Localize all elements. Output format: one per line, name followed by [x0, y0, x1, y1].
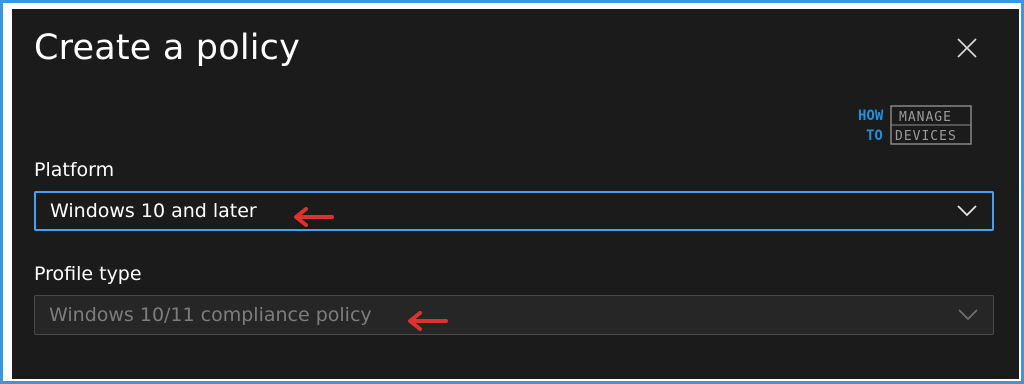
- create-policy-dialog: Create a policy HOW TO MANAGE DEVICES Pl…: [12, 9, 1019, 379]
- chevron-down-icon: [958, 309, 978, 321]
- profile-type-label: Profile type: [34, 263, 142, 285]
- profile-type-dropdown: Windows 10/11 compliance policy: [34, 295, 994, 335]
- logo-manage-text: MANAGE: [899, 110, 952, 125]
- platform-label: Platform: [34, 159, 115, 181]
- screenshot-frame: Create a policy HOW TO MANAGE DEVICES Pl…: [0, 0, 1024, 384]
- howto-manage-devices-logo: HOW TO MANAGE DEVICES: [858, 105, 972, 145]
- chevron-down-icon: [957, 205, 977, 217]
- close-button[interactable]: [952, 33, 982, 63]
- close-icon: [957, 38, 977, 58]
- logo-how-text: HOW: [858, 108, 884, 124]
- logo-devices-text: DEVICES: [895, 129, 957, 144]
- logo-to-text: TO: [866, 128, 883, 144]
- left-arrow-icon: [294, 207, 334, 227]
- left-arrow-icon: [408, 311, 448, 331]
- platform-dropdown[interactable]: Windows 10 and later: [34, 191, 994, 231]
- dialog-title: Create a policy: [34, 28, 301, 68]
- profile-type-selected-value: Windows 10/11 compliance policy: [49, 304, 372, 326]
- platform-selected-value: Windows 10 and later: [50, 200, 257, 222]
